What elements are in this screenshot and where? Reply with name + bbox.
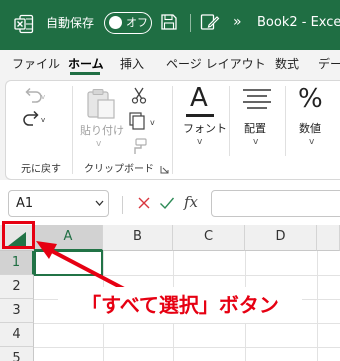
group-separator <box>285 86 286 156</box>
row-header-4[interactable]: 4 <box>0 323 34 347</box>
svg-text:v: v <box>41 116 45 124</box>
undo-icon[interactable]: v <box>22 87 46 105</box>
font-glyph-icon[interactable]: A <box>190 84 208 112</box>
font-label[interactable]: フォント <box>183 122 227 135</box>
font-color-bar <box>186 114 214 117</box>
copy-icon[interactable]: v <box>128 112 160 130</box>
ribbon-tabs: ファイル ホーム 挿入 ページ レイアウト 数式 データ <box>0 50 340 78</box>
column-header-d[interactable]: D <box>245 225 317 251</box>
paste-icon[interactable] <box>84 88 118 120</box>
column-header-c[interactable]: C <box>173 225 245 251</box>
gridline <box>34 323 340 324</box>
format-painter-icon[interactable] <box>130 138 148 156</box>
name-box-chevron-icon[interactable] <box>95 200 104 206</box>
redo-icon[interactable]: v <box>22 110 46 128</box>
tab-home[interactable]: ホーム <box>68 56 104 72</box>
active-cell-a1[interactable] <box>34 250 103 276</box>
number-format-icon[interactable]: % <box>298 84 323 114</box>
tab-page-layout[interactable]: ページ レイアウト <box>166 56 266 72</box>
row-header-1[interactable]: 1 <box>0 251 34 275</box>
gridline <box>34 347 340 348</box>
autosave-toggle[interactable]: オフ <box>104 12 152 34</box>
svg-text:v: v <box>41 93 45 101</box>
save-icon[interactable] <box>160 13 178 31</box>
enter-check-icon[interactable] <box>159 196 175 210</box>
cut-icon[interactable] <box>130 86 148 104</box>
group-separator <box>229 86 230 156</box>
clipboard-launcher-icon[interactable] <box>160 165 169 174</box>
excel-logo-icon[interactable] <box>14 14 34 34</box>
row-header-5[interactable]: 5 <box>0 347 34 361</box>
number-chevron-icon[interactable]: v <box>309 137 314 147</box>
row-header-2[interactable]: 2 <box>0 275 34 299</box>
paste-chevron-icon[interactable]: v <box>96 139 101 149</box>
tab-file[interactable]: ファイル <box>12 56 60 72</box>
alignment-label[interactable]: 配置 <box>244 122 266 135</box>
autosave-label: 自動保存 <box>46 16 95 30</box>
undo-group-label: 元に戻す <box>21 164 61 175</box>
number-label[interactable]: 数値 <box>299 122 321 135</box>
active-tab-underline <box>70 72 100 75</box>
tab-insert[interactable]: 挿入 <box>120 56 144 72</box>
font-chevron-icon[interactable]: v <box>197 137 202 147</box>
name-box-value: A1 <box>16 196 34 211</box>
column-header-a[interactable]: A <box>34 225 103 251</box>
formula-separator <box>122 196 123 214</box>
alignment-icon[interactable] <box>242 88 272 112</box>
paste-label[interactable]: 貼り付け <box>80 124 124 137</box>
titlebar-divider <box>190 14 191 32</box>
document-title: Book2 - Excel <box>257 15 340 30</box>
clipboard-group-label: クリップボード <box>84 164 154 175</box>
select-all-highlight-box <box>2 221 35 249</box>
tab-formulas[interactable]: 数式 <box>275 56 299 72</box>
name-box[interactable]: A1 <box>8 190 109 217</box>
toggle-knob <box>109 16 122 29</box>
gridline <box>317 251 318 361</box>
column-header-partial[interactable] <box>317 225 340 251</box>
row-header-3[interactable]: 3 <box>0 299 34 323</box>
annotation-callout: 「すべて選択」ボタン <box>58 287 302 323</box>
more-commands-chevron[interactable]: » <box>233 14 242 30</box>
formula-input[interactable] <box>211 190 340 217</box>
autosave-state: オフ <box>126 16 148 29</box>
alignment-chevron-icon[interactable]: v <box>253 137 258 147</box>
group-separator <box>72 86 73 174</box>
touch-draw-mode-icon[interactable] <box>200 13 220 31</box>
svg-text:v: v <box>150 118 155 127</box>
column-header-b[interactable]: B <box>103 225 173 251</box>
tab-data[interactable]: データ <box>318 56 340 72</box>
insert-function-icon[interactable]: fx <box>184 192 198 212</box>
title-bar: 自動保存 オフ » Book2 - Excel <box>0 0 340 50</box>
group-separator <box>172 86 173 174</box>
cancel-x-icon[interactable] <box>137 196 151 210</box>
